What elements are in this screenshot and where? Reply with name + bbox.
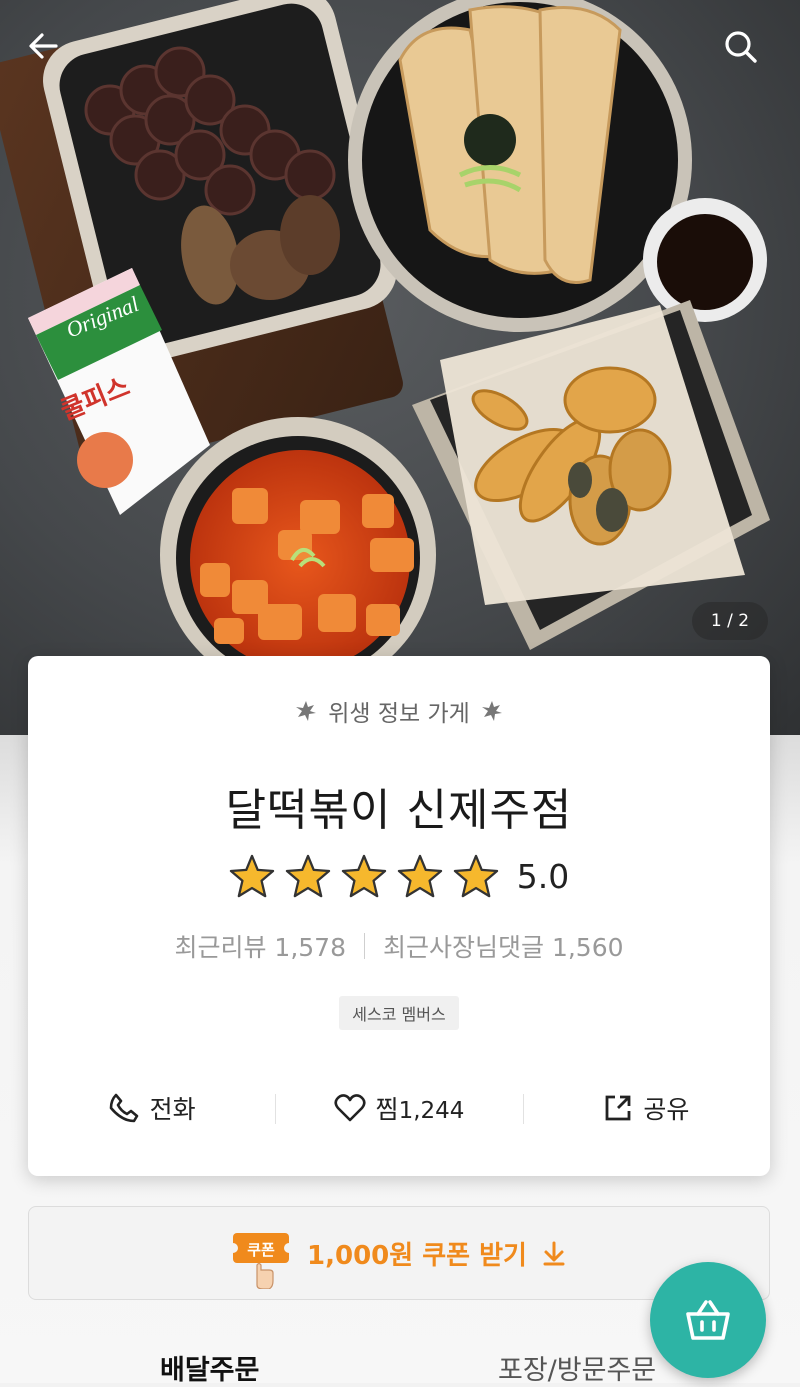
food-photo-illustration: Original 쿨피스: [0, 0, 770, 693]
divider: [364, 933, 365, 959]
coupon-download-button[interactable]: 쿠폰 1,000원 쿠폰 받기: [28, 1206, 770, 1300]
tab-pickup-order[interactable]: 포장/방문주문: [498, 1348, 656, 1387]
hygiene-info-link[interactable]: 위생 정보 가게: [28, 694, 770, 728]
call-label: 전화: [149, 1095, 196, 1124]
coupon-ticket-icon: 쿠폰: [231, 1233, 294, 1289]
star-icon: [229, 854, 274, 898]
star-icon: [453, 854, 498, 898]
like-label: 찜1,244: [375, 1095, 465, 1124]
coupon-label: 1,000원 쿠폰 받기: [307, 1240, 527, 1271]
review-stats: 최근리뷰 1,578 최근사장님댓글 1,560: [28, 928, 770, 964]
svg-text:쿠폰: 쿠폰: [247, 1241, 275, 1259]
share-label: 공유: [643, 1095, 690, 1124]
store-name: 달떡볶이 신제주점: [225, 785, 573, 836]
star-icon: [397, 854, 442, 898]
recent-reviews-link[interactable]: 최근리뷰 1,578: [174, 928, 346, 964]
heart-icon: [333, 1094, 366, 1122]
download-arrow-icon: [543, 1241, 565, 1266]
search-button[interactable]: [722, 28, 774, 80]
leaf-icon: [481, 701, 502, 721]
search-icon: [725, 31, 757, 63]
share-button[interactable]: 공유: [522, 1090, 770, 1126]
store-photo[interactable]: Original 쿨피스 1 / 2: [0, 0, 800, 735]
rating-score: 5.0: [516, 856, 570, 896]
like-button[interactable]: 찜1,244: [275, 1090, 522, 1126]
hygiene-label: 위생 정보 가게: [328, 701, 470, 727]
store-info-card: 위생 정보 가게 달떡볶이 신제주점 5.0 최근리뷰 1,578 최근사장님댓…: [28, 656, 770, 1176]
phone-icon: [109, 1093, 138, 1123]
recent-owner-replies-link[interactable]: 최근사장님댓글 1,560: [383, 928, 624, 964]
store-actions: 전화 찜1,244 공유: [28, 1088, 770, 1128]
arrow-left-icon: [29, 33, 58, 59]
star-icon: [285, 854, 330, 898]
basket-icon: [686, 1300, 730, 1340]
photo-page-indicator: 1 / 2: [692, 602, 768, 640]
like-count: 1,244: [398, 1098, 465, 1124]
back-button[interactable]: [26, 28, 78, 80]
leaf-icon: [296, 701, 317, 721]
cart-button[interactable]: [650, 1262, 766, 1378]
cesco-member-badge: 세스코 멤버스: [339, 996, 459, 1030]
tab-delivery-order[interactable]: 배달주문: [160, 1348, 259, 1387]
share-icon: [605, 1095, 631, 1121]
store-rating[interactable]: 5.0: [28, 854, 770, 898]
star-icon: [341, 854, 386, 898]
call-button[interactable]: 전화: [28, 1090, 275, 1126]
